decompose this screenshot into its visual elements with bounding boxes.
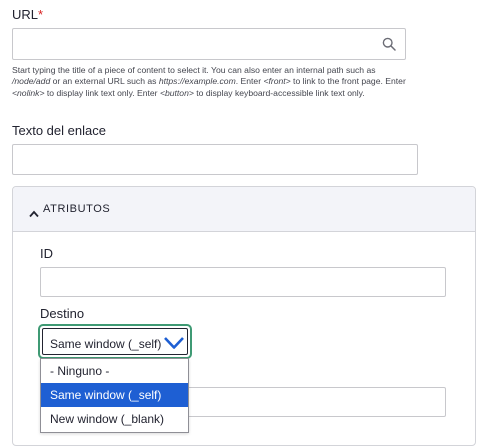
id-input[interactable] bbox=[40, 267, 446, 297]
target-select[interactable]: Same window (_self) bbox=[38, 324, 192, 359]
target-option-self[interactable]: Same window (_self) bbox=[41, 383, 188, 407]
search-icon bbox=[382, 37, 396, 51]
target-select-box: Same window (_self) bbox=[42, 328, 188, 355]
target-select-value: Same window (_self) bbox=[50, 337, 162, 351]
attributes-panel-header[interactable]: ATRIBUTOS bbox=[13, 187, 475, 232]
chevron-down-icon bbox=[163, 335, 185, 351]
chevron-up-icon bbox=[29, 205, 39, 218]
url-label: URL* bbox=[12, 7, 43, 22]
link-text-label: Texto del enlace bbox=[12, 123, 106, 138]
url-input[interactable] bbox=[12, 28, 406, 60]
id-label: ID bbox=[40, 246, 53, 261]
url-help-text: Start typing the title of a piece of con… bbox=[12, 65, 406, 98]
target-dropdown-list: - Ninguno - Same window (_self) New wind… bbox=[40, 358, 189, 433]
target-label: Destino bbox=[40, 306, 85, 321]
required-marker: * bbox=[38, 7, 44, 22]
attributes-panel-title: ATRIBUTOS bbox=[43, 203, 111, 215]
link-text-input[interactable] bbox=[12, 144, 418, 175]
url-label-text: URL bbox=[12, 7, 39, 22]
target-option-none[interactable]: - Ninguno - bbox=[41, 359, 188, 383]
target-option-blank[interactable]: New window (_blank) bbox=[41, 407, 188, 431]
